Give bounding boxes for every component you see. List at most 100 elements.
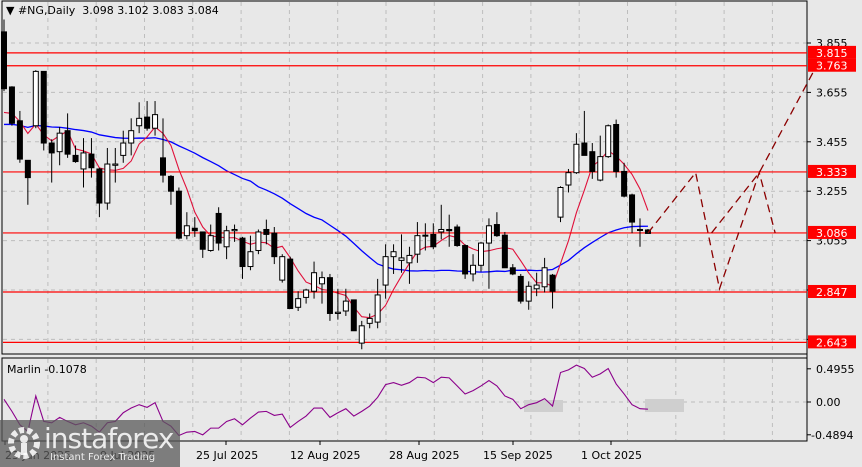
- indicator-tick-label: 0.00: [816, 396, 841, 409]
- candle-body: [319, 277, 325, 285]
- candle-body: [128, 130, 135, 144]
- candle-body: [541, 267, 548, 288]
- candle: [215, 207, 222, 251]
- candle: [223, 225, 230, 260]
- candle: [16, 110, 23, 163]
- candle: [311, 261, 318, 299]
- candle-body: [191, 227, 198, 232]
- candle-body: [144, 116, 151, 129]
- candle-body: [358, 325, 365, 344]
- candle: [112, 147, 119, 183]
- candle: [613, 119, 620, 178]
- candle: [128, 118, 135, 156]
- candle-body: [271, 232, 278, 258]
- gear-icon: [8, 427, 40, 459]
- candle-body: [326, 277, 333, 314]
- level-price-label: 3.763: [816, 60, 848, 73]
- candle: [239, 236, 246, 279]
- candle: [64, 113, 71, 158]
- candle-body: [287, 258, 294, 310]
- candle-body: [32, 70, 39, 127]
- logo-tagline: Instant Forex Trading: [50, 452, 156, 463]
- candle-body: [199, 231, 206, 250]
- candle-body: [223, 230, 230, 248]
- candle-body: [295, 298, 302, 308]
- candle-body: [382, 256, 389, 286]
- candle-body: [40, 70, 47, 144]
- candle-body: [350, 299, 357, 332]
- candle: [573, 133, 580, 174]
- candle-body: [485, 225, 492, 244]
- candle: [255, 229, 262, 255]
- candle-body: [120, 142, 127, 156]
- candle: [287, 256, 294, 310]
- candle-body: [239, 237, 246, 268]
- candle-body: [454, 226, 461, 247]
- candle-body: [136, 117, 143, 127]
- candle: [24, 159, 31, 205]
- candle: [541, 257, 548, 293]
- candle-body: [303, 289, 310, 298]
- candle-body: [493, 224, 500, 237]
- candle: [581, 110, 588, 156]
- candle-body: [255, 231, 262, 251]
- candle: [183, 212, 190, 240]
- candle-body: [231, 228, 238, 232]
- candle-body: [597, 156, 604, 181]
- candle-body: [263, 228, 270, 235]
- level-price-label: 3.086: [816, 227, 848, 240]
- chart-title: ▼ #NG,Daily 3.098 3.102 3.083 3.084: [6, 4, 219, 17]
- candle-body: [462, 245, 469, 275]
- candle-body: [279, 256, 286, 281]
- candle-body: [414, 235, 421, 255]
- date-label: 25 Jul 2025: [196, 449, 258, 462]
- marlin-highlight-box: [645, 399, 684, 412]
- candle: [167, 175, 174, 205]
- candle-body: [96, 168, 103, 204]
- candle: [597, 135, 604, 182]
- candle: [342, 288, 349, 316]
- candle: [605, 124, 612, 158]
- candle-body: [446, 228, 453, 232]
- candle: [565, 168, 572, 193]
- candle: [501, 231, 508, 269]
- candle-body: [605, 125, 612, 158]
- main-panel-frame: [1, 0, 808, 355]
- candle-body: [573, 143, 580, 174]
- candle-body: [390, 251, 397, 258]
- collapse-triangle-icon[interactable]: ▼: [6, 4, 18, 17]
- candle: [454, 224, 461, 247]
- candle: [509, 264, 516, 276]
- candle: [160, 118, 166, 183]
- candle: [104, 147, 111, 210]
- candle: [136, 102, 143, 134]
- candle-body: [80, 152, 87, 170]
- candle-body: [8, 86, 15, 124]
- candle-body: [24, 159, 31, 179]
- candle-body: [533, 284, 540, 290]
- candle-body: [613, 124, 620, 172]
- candle-body: [565, 172, 572, 186]
- candle-body: [374, 294, 381, 323]
- candle: [120, 130, 127, 163]
- indicator-tick-label: -0.4894: [811, 429, 853, 442]
- candle: [430, 223, 437, 250]
- candle: [557, 186, 564, 223]
- candle-body: [621, 170, 628, 197]
- candle-body: [64, 130, 71, 155]
- candle-body: [629, 194, 636, 223]
- candle: [589, 143, 596, 179]
- logo-name: instaforex: [44, 422, 174, 455]
- candle: [446, 214, 453, 247]
- candle: [485, 218, 492, 289]
- candle-body: [398, 257, 405, 261]
- candle-body: [175, 190, 182, 239]
- chart-canvas[interactable]: 3.8553.6553.4553.2553.0552.8552.6550.495…: [0, 0, 862, 467]
- indicator-tick-label: 0.4955: [816, 363, 855, 376]
- candle: [358, 320, 365, 350]
- candle: [462, 244, 469, 279]
- candle: [438, 204, 445, 240]
- price-tick-label: 3.655: [816, 86, 848, 99]
- candle-body: [104, 163, 111, 204]
- candle: [279, 254, 286, 283]
